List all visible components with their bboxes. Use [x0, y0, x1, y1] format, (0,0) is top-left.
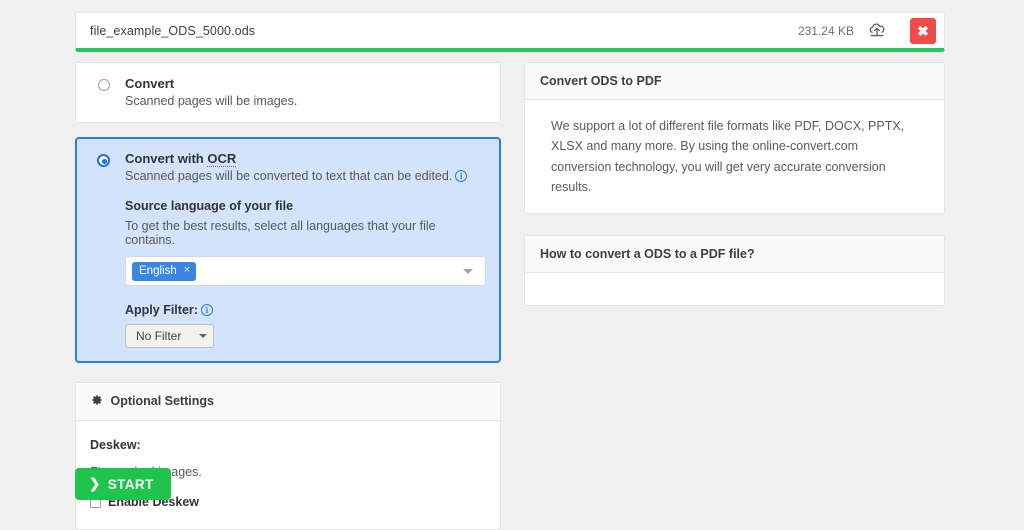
option-convert-title: Convert — [125, 76, 486, 91]
option-title-prefix: Convert with — [125, 151, 207, 166]
info-card-howto-body — [525, 273, 944, 305]
start-button-label: START — [108, 477, 154, 492]
cloud-upload-icon[interactable] — [866, 20, 888, 42]
option-convert-with-ocr-title: Convert with OCR — [125, 151, 486, 166]
language-chip-label: English — [139, 265, 177, 277]
filter-select-value: No Filter — [136, 329, 181, 343]
apply-filter-label: Apply Filter:i — [125, 303, 486, 317]
gear-icon — [91, 394, 103, 409]
optional-settings-header: Optional Settings — [76, 383, 500, 421]
apply-filter-info-icon[interactable]: i — [201, 304, 213, 316]
remove-file-button[interactable]: ✖ — [910, 18, 936, 44]
uploaded-file-bar: file_example_ODS_5000.ods 231.24 KB ✖ — [75, 12, 945, 52]
source-language-hint: To get the best results, select all lang… — [125, 219, 486, 247]
option-convert[interactable]: Convert Scanned pages will be images. — [75, 62, 501, 123]
ocr-abbreviation[interactable]: OCR — [207, 151, 236, 167]
apply-filter-text: Apply Filter: — [125, 303, 198, 317]
file-name: file_example_ODS_5000.ods — [90, 24, 798, 38]
optional-settings-panel: Optional Settings Deskew: Fix crooked im… — [75, 382, 501, 530]
option-convert-body: Convert Scanned pages will be images. — [125, 76, 486, 108]
info-card-convert: Convert ODS to PDF We support a lot of d… — [524, 62, 945, 214]
info-card-convert-header: Convert ODS to PDF — [525, 63, 944, 100]
radio-convert[interactable] — [98, 79, 110, 91]
filter-chevron-down-icon — [199, 334, 207, 338]
file-size: 231.24 KB — [798, 24, 854, 38]
ocr-info-icon[interactable]: i — [455, 170, 467, 182]
language-chip-remove-icon[interactable]: × — [184, 265, 190, 276]
option-convert-with-ocr[interactable]: Convert with OCR Scanned pages will be c… — [75, 137, 501, 363]
info-card-convert-body: We support a lot of different file forma… — [525, 100, 944, 213]
conversion-options-column: Convert Scanned pages will be images. Co… — [75, 62, 501, 530]
radio-convert-with-ocr[interactable] — [97, 154, 110, 167]
info-column: Convert ODS to PDF We support a lot of d… — [524, 62, 945, 306]
chevron-down-icon[interactable] — [463, 269, 473, 274]
deskew-title: Deskew: — [90, 438, 486, 452]
option-convert-description: Scanned pages will be images. — [125, 94, 486, 108]
optional-settings-header-label: Optional Settings — [110, 394, 213, 408]
info-card-howto: How to convert a ODS to a PDF file? — [524, 235, 945, 306]
info-card-howto-header[interactable]: How to convert a ODS to a PDF file? — [525, 236, 944, 273]
ocr-description-text: Scanned pages will be converted to text … — [125, 169, 452, 183]
chevron-right-icon: ❯ — [89, 476, 101, 492]
language-select[interactable]: English × — [125, 256, 486, 286]
source-language-label: Source language of your file — [125, 199, 486, 213]
start-button[interactable]: ❯ START — [75, 468, 171, 500]
filter-select[interactable]: No Filter — [125, 324, 214, 348]
option-convert-with-ocr-description: Scanned pages will be converted to text … — [125, 169, 486, 183]
language-chip-english: English × — [132, 262, 196, 281]
option-convert-with-ocr-body: Convert with OCR Scanned pages will be c… — [125, 151, 486, 348]
